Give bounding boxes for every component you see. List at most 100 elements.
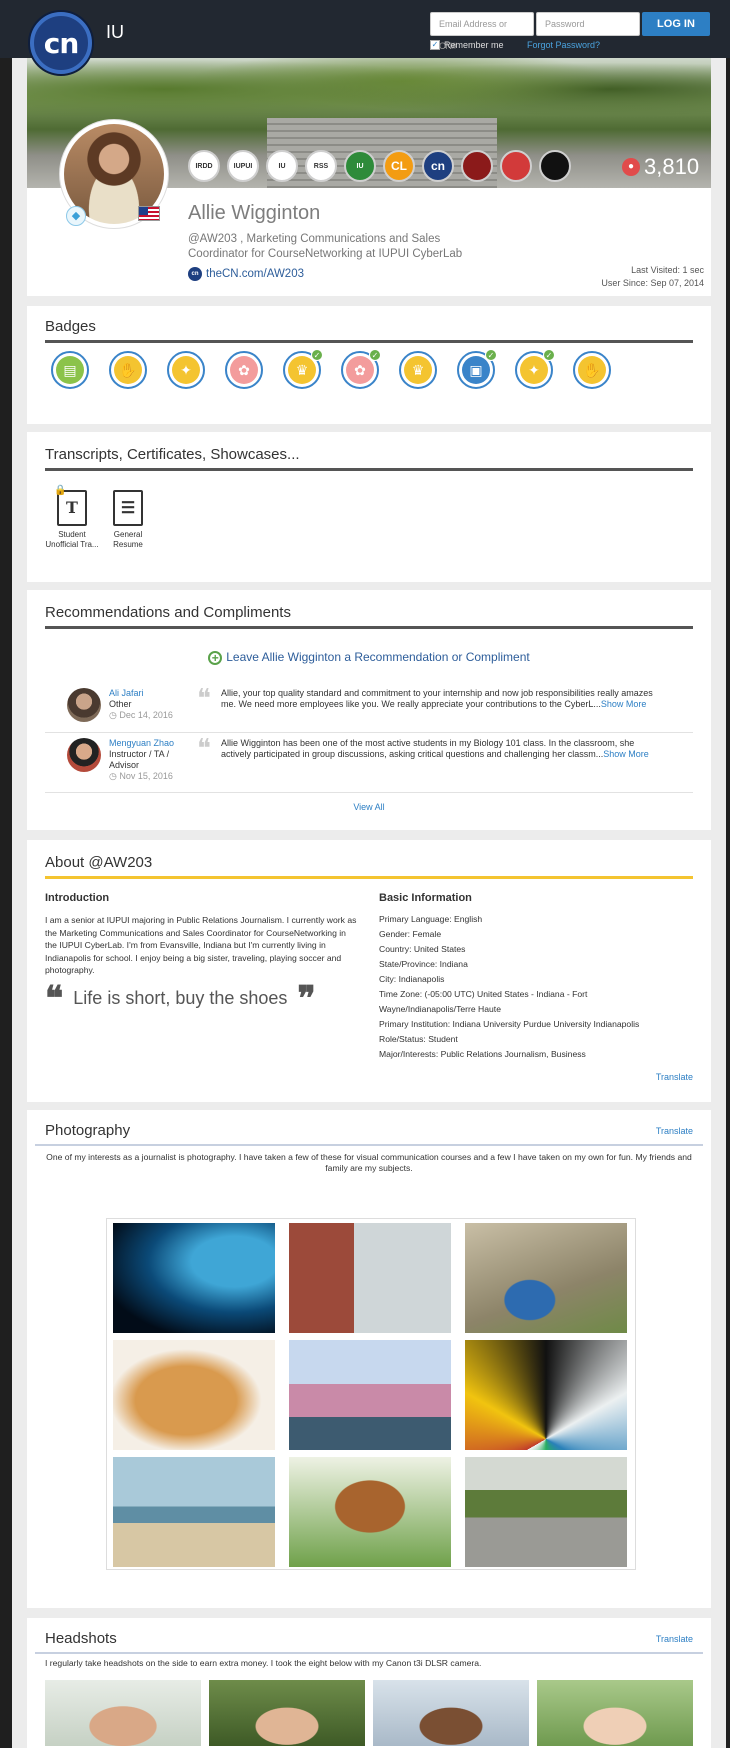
photography-rule <box>35 1144 703 1146</box>
photo-child-laughing[interactable] <box>289 1223 451 1333</box>
photo-singer[interactable] <box>113 1223 275 1333</box>
recommendation-date: ◷ Dec 14, 2016 <box>109 710 173 720</box>
view-all-link[interactable]: View All <box>27 802 711 812</box>
login-button[interactable]: LOG IN <box>642 12 710 36</box>
photography-title: Photography <box>45 1122 131 1139</box>
org-badge-10[interactable] <box>539 150 571 182</box>
photo-gallery <box>106 1218 636 1570</box>
org-badge-8[interactable] <box>461 150 493 182</box>
cover-stairs <box>267 118 497 188</box>
intro-heading: Introduction <box>45 892 110 904</box>
org-badge-3[interactable]: IU <box>266 150 298 182</box>
photo-beach-boy[interactable] <box>113 1457 275 1567</box>
headshot-photo[interactable] <box>373 1680 529 1746</box>
recommendation-text: Allie Wigginton has been one of the most… <box>221 738 649 759</box>
basic-info-row: Major/Interests: Public Relations Journa… <box>379 1049 586 1059</box>
profile-link-text[interactable]: theCN.com/AW203 <box>206 268 304 280</box>
show-more-link[interactable]: Show More <box>601 699 647 709</box>
photo-golden-retriever[interactable] <box>113 1340 275 1450</box>
org-badge-6[interactable]: CL <box>383 150 415 182</box>
forgot-password-link[interactable]: Forgot Password? <box>527 40 600 50</box>
badges-title: Badges <box>45 318 96 335</box>
show-more-link[interactable]: Show More <box>603 749 649 759</box>
headline-line-1: @AW203 , Marketing Communications and Sa… <box>188 233 441 245</box>
recommendation-text: Allie, your top quality standard and com… <box>221 688 653 709</box>
org-badge-9[interactable] <box>500 150 532 182</box>
org-name: IU <box>106 22 124 42</box>
org-badge-4[interactable]: RSS <box>305 150 337 182</box>
hand-icon[interactable]: ✋ <box>573 351 611 389</box>
diamond-icon: ◆ <box>66 206 86 226</box>
headshot-photo[interactable] <box>45 1680 201 1746</box>
doc2-label-2: Resume <box>113 540 143 549</box>
lightbulb-icon[interactable]: ✦ ✓ <box>515 349 555 389</box>
quote-icon: ❝ <box>197 684 211 714</box>
leave-recommendation-label[interactable]: Leave Allie Wigginton a Recommendation o… <box>226 650 530 664</box>
points-value: 3,810 <box>644 154 700 179</box>
badges-rule <box>45 340 693 343</box>
trophy-icon[interactable]: ♛ ✓ <box>283 349 323 389</box>
photo-kite[interactable] <box>465 1340 627 1450</box>
verified-check-icon: ✓ <box>311 349 323 361</box>
headshots-rule <box>35 1652 703 1654</box>
basic-info-row: Primary Institution: Indiana University … <box>379 1019 640 1029</box>
quote-text: Life is short, buy the shoes <box>73 988 288 1008</box>
about-panel: About @AW203 Introduction I am a senior … <box>27 840 711 1102</box>
recommender-avatar[interactable] <box>67 688 101 722</box>
trophy-icon[interactable]: ♛ <box>399 351 437 389</box>
photo-stairs[interactable] <box>465 1457 627 1567</box>
verified-check-icon: ✓ <box>543 349 555 361</box>
translate-link[interactable]: Translate <box>656 1126 693 1136</box>
org-badge-7[interactable]: cn <box>422 150 454 182</box>
basic-info-row: Gender: Female <box>379 929 442 939</box>
password-input[interactable]: Password <box>536 12 640 36</box>
cn-logo[interactable]: cn <box>30 12 92 74</box>
headshot-photo[interactable] <box>209 1680 365 1746</box>
cn-mini-icon: cn <box>188 267 202 281</box>
recommender-avatar[interactable] <box>67 738 101 772</box>
recommendations-rule <box>45 626 693 629</box>
transcripts-rule <box>45 468 693 471</box>
recommender-name[interactable]: Mengyuan Zhao <box>109 738 179 749</box>
rec-divider <box>45 732 693 733</box>
leave-recommendation-link[interactable]: + Leave Allie Wigginton a Recommendation … <box>27 650 711 665</box>
email-input[interactable]: Email Address or CN# <box>430 12 534 51</box>
profile-headline: @AW203 , Marketing Communications and Sa… <box>188 232 488 262</box>
quote-icon: ❝ <box>197 734 211 764</box>
photo-dog-bandana[interactable] <box>289 1457 451 1567</box>
lightbulb-icon[interactable]: ✦ <box>167 351 205 389</box>
certificate-icon[interactable]: ▤ <box>51 351 89 389</box>
brain-icon[interactable]: ✿ <box>225 351 263 389</box>
clock-icon: ◷ <box>109 710 120 720</box>
photography-description: One of my interests as a journalist is p… <box>46 1152 692 1173</box>
about-title: About @AW203 <box>45 854 153 871</box>
remember-me[interactable]: ✓ Remember me <box>430 40 504 50</box>
org-badge-1[interactable]: IRDD <box>188 150 220 182</box>
brain-icon[interactable]: ✿ ✓ <box>341 349 381 389</box>
user-since: User Since: Sep 07, 2014 <box>601 278 704 288</box>
hand-icon[interactable]: ✋ <box>109 351 147 389</box>
basic-info-row: Time Zone: (-05:00 UTC) United States - … <box>379 989 588 1014</box>
basic-info-row: Role/Status: Student <box>379 1034 458 1044</box>
headshot-photo[interactable] <box>537 1680 693 1746</box>
profile-link[interactable]: cn theCN.com/AW203 <box>188 267 304 281</box>
org-badge-5[interactable]: IU <box>344 150 376 182</box>
photo-venice[interactable] <box>289 1340 451 1450</box>
briefcase-icon[interactable]: ▣ ✓ <box>457 349 497 389</box>
photo-cn-logo[interactable] <box>465 1223 627 1333</box>
org-badge-2[interactable]: IUPUI <box>227 150 259 182</box>
favorite-quote: ❝ Life is short, buy the shoes ❞ <box>45 982 316 1016</box>
recommender-name[interactable]: Ali Jafari <box>109 688 179 699</box>
translate-link[interactable]: Translate <box>656 1634 693 1644</box>
points-icon: ● <box>622 158 640 176</box>
recommender-info: Ali Jafari Other ◷ Dec 14, 2016 <box>109 688 179 721</box>
us-flag-icon <box>138 206 160 221</box>
profile-name: Allie Wigginton <box>188 202 321 224</box>
verified-check-icon: ✓ <box>485 349 497 361</box>
add-icon: + <box>208 650 223 665</box>
translate-link[interactable]: Translate <box>656 1072 693 1082</box>
basic-info-row: City: Indianapolis <box>379 974 445 984</box>
general-resume-doc[interactable]: ☰ General Resume <box>93 490 163 550</box>
last-visited: Last Visited: 1 sec <box>631 265 704 275</box>
remember-checkbox[interactable]: ✓ <box>430 40 440 50</box>
